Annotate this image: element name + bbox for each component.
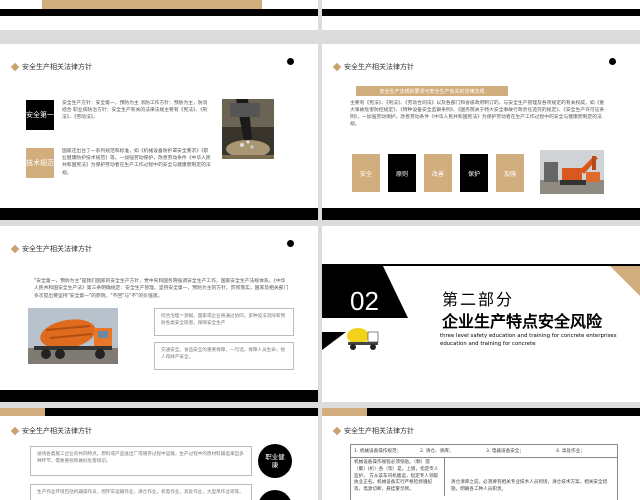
tag-safety-first-text: 安全第一	[26, 110, 54, 119]
section-english-text: three level safety education and trainin…	[440, 333, 617, 347]
paragraph-bottom: 国家还出台了一系列规范和标准，如《机械设备防护罩安全要求》《职业健康防护技术规范…	[62, 149, 211, 176]
table-cell: 清仓清库之前，必须要有相关专业技术人员到场，清仓技术方案，相关安全措施，明确各工…	[451, 480, 608, 492]
health-circle-text: 职业健康	[265, 453, 285, 469]
policy-card-bottom: 交通安全。食品安全的重要保障，一句话。保障人员生命，他人和财产安全。	[154, 342, 294, 370]
slide-top-bar-accent	[0, 408, 45, 416]
box-protect-text: 保护	[467, 170, 480, 178]
policy-quote: "安全第一，预防为主"是我们国家的安全生产方针，党中央和国务院强调安全生产工作，…	[34, 279, 289, 299]
section-title: 安全生产相关法律方针	[10, 426, 92, 436]
table-cell: 3. 电器设备安全；	[486, 449, 525, 454]
box-improve-text: 改善	[431, 170, 444, 178]
section-title: 安全生产相关法律方针	[332, 62, 414, 72]
operation-table: 1. 机械设备操作规范； 2. 清仓、清库； 3. 电器设备安全； 4. 高处作…	[350, 444, 618, 500]
laws-banner-text: 安全生产法规的要求与安全生产有关的法律法规	[379, 88, 485, 95]
slide-top-right-bar	[322, 9, 640, 16]
laws-paragraph: 主要有《宪法》、《刑法》、《劳动合同法》以及各部门和省级政府制订的。与安全生产管…	[350, 101, 605, 127]
paragraph-top: 安全生产方针：安全第一，预防为主 消防工作方针：预防为主，防消结合 职业病防治方…	[62, 101, 208, 121]
page-dot-icon	[287, 58, 294, 65]
diamond-icon	[10, 426, 20, 436]
section-title-text: 安全生产相关法律方针	[344, 427, 414, 435]
health-card-top: 进场各类施工企业的共同特点。原料或产品送出厂或储存过程中运输，生产过程中的原材料…	[30, 446, 252, 476]
section-title-text: 安全生产相关法律方针	[344, 63, 414, 71]
health-circle-bottom	[258, 490, 292, 500]
slide-top-bar-accent	[322, 408, 367, 416]
table-row: 机械设备操作规程必须张贴。（颗）搅（聚）(桁）各（架）是。上镀，指定专人监护。 …	[351, 458, 617, 496]
laws-banner: 安全生产法规的要求与安全生产有关的法律法规	[356, 86, 508, 96]
slide-top-left[interactable]	[0, 0, 318, 30]
section-heading-small: 第二部分	[442, 290, 515, 309]
section-title: 安全生产相关法律方针	[332, 426, 414, 436]
table-cell: 2. 清仓、清库；	[420, 449, 454, 454]
page-dot-icon	[609, 58, 616, 65]
section-title-text: 安全生产相关法律方针	[22, 245, 92, 253]
health-card-bottom: 生产作业环境包括机器操作员，围环车运输作业，清仓作业，机电作业，高处作业，大型吊…	[30, 484, 252, 500]
box-principle: 原则	[388, 154, 416, 192]
slide-footer-bar	[322, 208, 640, 220]
slide-top-bar	[0, 408, 318, 416]
diamond-icon	[332, 62, 342, 72]
diamond-icon	[332, 426, 342, 436]
box-strengthen-text: 加强	[503, 170, 516, 178]
box-strengthen: 加强	[496, 154, 524, 192]
table-cell: 机械设备操作规程必须张贴。（颗）搅（聚）(桁）各（架）是。上镀，指定专人监护。 …	[351, 458, 445, 496]
tag-safety-first: 安全第一	[26, 100, 54, 130]
page-dot-icon	[287, 240, 294, 247]
slide-top-bar	[322, 408, 640, 416]
slide-occupational-health[interactable]: 安全生产相关法律方针 进场各类施工企业的共同特点。原料或产品送出厂或储存过程中运…	[0, 408, 318, 500]
box-safety-text: 安全	[359, 170, 372, 178]
section-title: 安全生产相关法律方针	[10, 62, 92, 72]
excavator-photo	[540, 150, 604, 194]
box-principle-text: 原则	[395, 170, 408, 178]
slide-operation-table[interactable]: 安全生产相关法律方针 1. 机械设备操作规范； 2. 清仓、清库； 3. 电器设…	[322, 408, 640, 500]
tag-tech-spec-text: 技术规范	[26, 158, 54, 167]
section-number: 02	[350, 286, 379, 316]
tag-tech-spec: 技术规范	[26, 148, 54, 178]
box-safety: 安全	[352, 154, 380, 192]
slide-footer-bar	[0, 208, 318, 220]
section-title-text: 安全生产相关法律方针	[22, 427, 92, 435]
slide-top-left-bar	[0, 9, 318, 16]
section-title-text: 安全生产相关法律方针	[22, 63, 92, 71]
mixer-truck-photo	[28, 308, 118, 364]
drill-photo	[222, 99, 274, 159]
section-truck-photo	[344, 324, 382, 352]
slide-section-two[interactable]: 02 第二部分 企业生产特点安全风险 three level safety ed…	[322, 226, 640, 402]
slide-safety-policy[interactable]: 安全生产相关法律方针 "安全第一，预防为主"是我们国家的安全生产方针，党中央和国…	[0, 226, 318, 402]
health-circle: 职业健康	[258, 444, 292, 478]
slide-footer-bar	[0, 390, 318, 402]
section-heading-big: 企业生产特点安全风险	[442, 312, 603, 331]
slide-safety-first[interactable]: 安全生产相关法律方针 安全第一 安全生产方针：安全第一，预防为主 消防工作方针：…	[0, 44, 318, 220]
box-protect: 保护	[460, 154, 488, 192]
policy-card-top: 综合治理＝源报。国家或企业将通过协同，多种设法消除和预防各类安全隐患，保障安全生…	[154, 308, 294, 336]
slide-top-left-accent	[42, 0, 262, 9]
box-improve: 改善	[424, 154, 452, 192]
section-title: 安全生产相关法律方针	[10, 244, 92, 254]
table-cell: 1. 机械设备操作规范；	[354, 449, 402, 454]
diamond-icon	[10, 244, 20, 254]
slide-safety-laws[interactable]: 安全生产相关法律方针 安全生产法规的要求与安全生产有关的法律法规 主要有《宪法》…	[322, 44, 640, 220]
slide-top-right[interactable]	[322, 0, 640, 30]
diamond-icon	[10, 62, 20, 72]
table-row: 1. 机械设备操作规范； 2. 清仓、清库； 3. 电器设备安全； 4. 高处作…	[351, 445, 617, 458]
table-cell: 4. 高处作业；	[556, 449, 585, 454]
